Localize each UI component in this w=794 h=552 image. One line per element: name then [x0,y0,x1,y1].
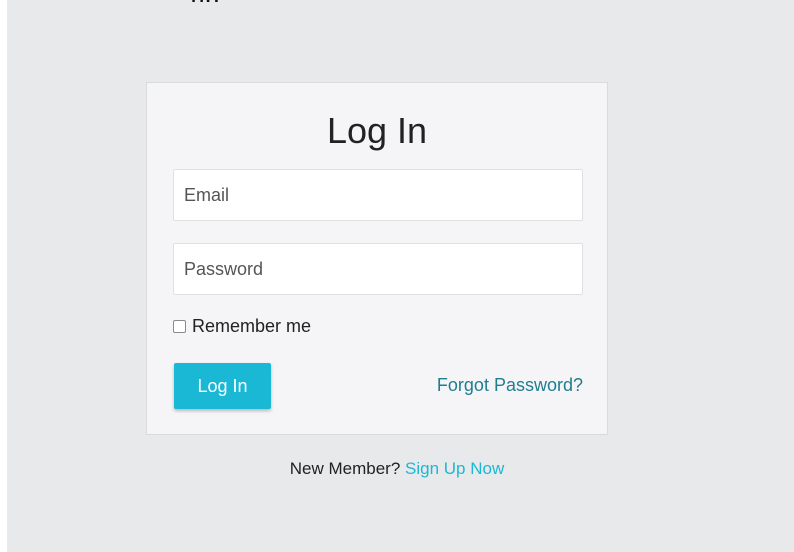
signup-prompt-line: New Member? Sign Up Now [0,459,794,479]
forgot-password-link[interactable]: Forgot Password? [437,375,583,396]
email-input[interactable] [173,169,583,221]
login-title: Log In [326,110,428,151]
cropped-text: ng [190,0,220,2]
password-input[interactable] [173,243,583,295]
signup-link[interactable]: Sign Up Now [405,459,504,478]
remember-me-row[interactable]: Remember me [173,315,311,337]
remember-me-label: Remember me [192,315,312,336]
cropped-text-fragment: ng [190,0,794,2]
login-button[interactable]: Log In [174,363,271,409]
login-card: Log In Remember me Log In Forgot Passwor… [146,82,608,435]
signup-prompt: New Member? [289,459,401,478]
remember-me-checkbox[interactable] [173,319,186,333]
